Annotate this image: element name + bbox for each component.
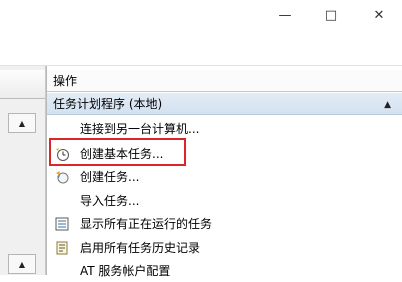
action-label: 导入任务... bbox=[80, 194, 140, 208]
scroll-up-icon: ▲ bbox=[18, 118, 26, 128]
left-pane-header bbox=[0, 70, 45, 99]
close-icon: ✕ bbox=[373, 7, 385, 23]
action-show-running-tasks[interactable]: 显示所有正在运行的任务 bbox=[47, 213, 402, 235]
section-title: 任务计划程序 (本地) bbox=[53, 97, 163, 111]
actions-pane: 操作 任务计划程序 (本地) ▲ 连接到另一台计算机... 创建基本任务... … bbox=[46, 66, 402, 278]
scroll-up-button[interactable]: ▲ bbox=[8, 113, 36, 133]
action-label: AT 服务帐户配置 bbox=[80, 264, 171, 278]
action-create-task[interactable]: 创建任务... bbox=[47, 166, 402, 188]
toolbar-area bbox=[0, 30, 402, 66]
maximize-button[interactable]: □ bbox=[308, 0, 354, 30]
action-label: 连接到另一台计算机... bbox=[80, 122, 200, 136]
close-button[interactable]: ✕ bbox=[356, 0, 402, 30]
scroll-up-button-lower[interactable]: ▲ bbox=[8, 254, 36, 274]
section-header-task-scheduler[interactable]: 任务计划程序 (本地) ▲ bbox=[47, 93, 402, 115]
highlight-box bbox=[49, 138, 186, 166]
action-enable-task-history[interactable]: 启用所有任务历史记录 bbox=[47, 237, 402, 259]
action-import-task[interactable]: 导入任务... bbox=[47, 190, 402, 212]
action-label: 显示所有正在运行的任务 bbox=[80, 217, 213, 231]
minimize-icon: — bbox=[278, 7, 292, 23]
running-tasks-icon bbox=[55, 217, 69, 231]
action-label: 启用所有任务历史记录 bbox=[80, 241, 201, 255]
minimize-button[interactable]: — bbox=[262, 0, 308, 30]
history-icon bbox=[56, 241, 68, 255]
action-connect-computer[interactable]: 连接到另一台计算机... bbox=[47, 118, 402, 140]
actions-header: 操作 bbox=[47, 70, 402, 92]
collapse-icon[interactable]: ▲ bbox=[384, 94, 391, 116]
left-pane: ▲ ▲ bbox=[0, 66, 46, 275]
scroll-up-icon: ▲ bbox=[18, 259, 26, 269]
action-at-service-config[interactable]: AT 服务帐户配置 bbox=[47, 260, 402, 282]
task-create-icon bbox=[56, 171, 69, 184]
maximize-icon: □ bbox=[324, 7, 338, 23]
action-label: 创建任务... bbox=[80, 170, 140, 184]
window-titlebar: — □ ✕ bbox=[0, 0, 402, 30]
